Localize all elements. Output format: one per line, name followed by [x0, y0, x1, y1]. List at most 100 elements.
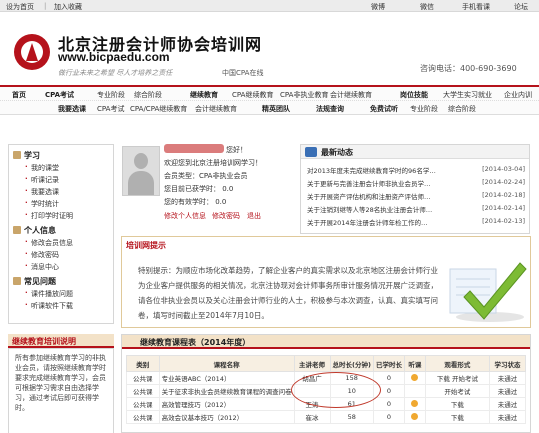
play-icon[interactable] [411, 399, 419, 407]
course-status: 未通过 [489, 371, 526, 385]
latest-news-panel: 最新动态 对2013年度未完成继续教育学时的96名学… [2014-03-04] … [300, 144, 530, 234]
course-name[interactable]: 高效管理技巧（2012） [158, 397, 295, 411]
news-item-text[interactable]: 关于开展资产评估机构和注册资产评估师… [307, 193, 431, 201]
course-duration: 58 [329, 410, 374, 424]
sidebar-link-hours-stats[interactable]: 学时统计 [25, 199, 59, 209]
nav-cpa-exam[interactable]: CPA考试 [45, 90, 74, 100]
nav-regulations[interactable]: 法规查询 [316, 104, 344, 114]
tips-title: 培训网提示 [126, 241, 166, 250]
nav-job-skills[interactable]: 岗位技能 [400, 90, 428, 100]
course-name[interactable]: 关于征求非执业会员继续教育课程的调查问卷 [158, 384, 295, 398]
nav-cpa-nonpracticing[interactable]: CPA非执业教育 [280, 90, 328, 100]
mobile-course-link[interactable]: 手机看课 [462, 2, 490, 12]
course-name[interactable]: 高效会议基本技巧（2012） [158, 410, 295, 424]
forum-link[interactable]: 论坛 [514, 2, 528, 12]
valid-hours: 您的有效学时： 0.0 [164, 198, 227, 206]
nav2-cpa-exam[interactable]: CPA考试 [97, 104, 124, 114]
checkmark-illustration-icon [449, 262, 527, 322]
sidebar-link-print-certificate[interactable]: 打印学时证明 [25, 211, 73, 221]
topbar-separator: | [44, 2, 47, 10]
tips-body: 特别提示：为顺应市场化改革趋势，了解企业客户的真实需求以及北京地区注册会计师行业… [138, 266, 438, 320]
course-category: 公共课 [126, 371, 160, 385]
nav-accounting-continuing[interactable]: 会计继续教育 [330, 90, 372, 100]
sidebar-link-my-classroom[interactable]: 我的课堂 [25, 163, 59, 173]
listen-cell[interactable] [403, 371, 426, 385]
course-status: 未通过 [489, 384, 526, 398]
nav-row-primary: 首页 CPA考试 专业阶段 综合阶段 继续教育 CPA继续教育 CPA非执业教育… [0, 88, 539, 101]
listen-cell[interactable] [403, 397, 426, 411]
nav-student-internship[interactable]: 大学生实习就业 [443, 90, 492, 100]
col-course-name: 课程名称 [158, 355, 295, 372]
news-item-date: [2014-03-04] [482, 165, 525, 173]
sidebar-link-change-password[interactable]: 修改密码 [25, 250, 59, 260]
news-item[interactable]: 关于注销刘继等人等28名执业注册会计师… [2014-02-14] [307, 204, 525, 214]
sidebar-link-messages[interactable]: 消息中心 [25, 262, 59, 272]
training-notice-title: 继续教育培训说明 [8, 334, 114, 348]
training-tips-panel: 培训网提示 特别提示：为顺应市场化改革趋势，了解企业客户的真实需求以及北京地区注… [121, 236, 531, 328]
personal-section-title: 个人信息 [13, 225, 56, 236]
nav-continuing-education[interactable]: 继续教育 [190, 90, 218, 100]
current-hours: 您目前已获学时： 0.0 [164, 185, 234, 193]
course-actions[interactable]: 下载 [424, 410, 491, 424]
course-status: 未通过 [489, 397, 526, 411]
table-row: 公共课 高效会议基本技巧（2012） 崔冰 58 0 下载 未通过 [126, 410, 526, 424]
nav2-accounting-continuing[interactable]: 会计继续教育 [195, 104, 237, 114]
top-utility-bar: 设为首页 | 加入收藏 微博 微信 手机看课 论坛 [0, 0, 539, 12]
nav-corporate-training[interactable]: 企业内训 [504, 90, 532, 100]
weibo-link[interactable]: 微博 [371, 2, 385, 12]
course-studied: 0 [372, 410, 405, 424]
logout-link[interactable]: 退出 [247, 211, 261, 221]
weixin-link[interactable]: 微信 [420, 2, 434, 12]
course-status: 未通过 [489, 410, 526, 424]
member-type: 会员类型：CPA非执业会员 [164, 172, 248, 180]
news-item-text[interactable]: 关于注销刘继等人等28名执业注册会计师… [307, 206, 432, 214]
sidebar-link-edit-info[interactable]: 修改会员信息 [25, 238, 73, 248]
nav2-comprehensive-stage[interactable]: 综合阶段 [448, 104, 476, 114]
course-name[interactable]: 专业英语ABC（2014） [158, 371, 295, 385]
avatar-body [128, 171, 154, 195]
course-schedule-title: 继续教育课程表（2014年度） [140, 338, 251, 347]
nav2-professional-stage[interactable]: 专业阶段 [410, 104, 438, 114]
news-item[interactable]: 关于开展2014年注册会计师年检工作的… [2014-02-13] [307, 217, 525, 227]
news-item[interactable]: 关于开展资产评估机构和注册资产评估师… [2014-02-18] [307, 191, 525, 201]
table-header-row: 类别 课程名称 主讲老师 总时长(分钟) 已学时长 听课 观看形式 学习状态 [126, 355, 526, 372]
set-homepage-link[interactable]: 设为首页 [6, 2, 34, 12]
change-password-link[interactable]: 修改密码 [212, 211, 240, 221]
news-item-text[interactable]: 对2013年度未完成继续教育学时的96名学… [307, 167, 436, 175]
listen-cell[interactable] [403, 410, 426, 424]
cpa-online-label: 中国CPA在线 [222, 69, 264, 77]
sidebar-link-study-records[interactable]: 听课记录 [25, 175, 59, 185]
nav-cpa-continuing[interactable]: CPA继续教育 [232, 90, 273, 100]
play-icon[interactable] [411, 373, 419, 381]
sidebar-link-software-download[interactable]: 听课软件下载 [25, 301, 73, 311]
course-actions[interactable]: 开始考试 [424, 384, 491, 398]
sidebar-link-player-issues[interactable]: 课件播放问题 [25, 289, 73, 299]
add-favorite-link[interactable]: 加入收藏 [54, 2, 82, 12]
col-view-mode: 观看形式 [424, 355, 491, 372]
course-schedule-panel: 继续教育课程表（2014年度） 类别 课程名称 主讲老师 总时长(分钟) 已学时… [121, 334, 531, 433]
nav-home[interactable]: 首页 [12, 90, 26, 100]
news-icon [305, 147, 317, 157]
course-teacher: 王涛 [293, 397, 331, 411]
nav-free-trial[interactable]: 免费试听 [370, 104, 398, 114]
news-item-text[interactable]: 关于开展2014年注册会计师年检工作的… [307, 219, 428, 227]
course-actions[interactable]: 下载 开始考试 [424, 371, 491, 385]
sidebar-link-choose-course[interactable]: 我要选课 [25, 187, 59, 197]
nav-elite-team[interactable]: 精英团队 [262, 104, 290, 114]
nav-professional-stage[interactable]: 专业阶段 [97, 90, 125, 100]
news-item[interactable]: 关于更新与完善注册会计师非执业会员学… [2014-02-24] [307, 178, 525, 188]
site-logo[interactable] [14, 34, 50, 70]
course-actions[interactable]: 下载 [424, 397, 491, 411]
news-item-text[interactable]: 关于更新与完善注册会计师非执业会员学… [307, 180, 431, 188]
course-category: 公共课 [126, 384, 160, 398]
course-category: 公共课 [126, 410, 160, 424]
edit-profile-link[interactable]: 修改个人信息 [164, 211, 206, 221]
nav-choose-course[interactable]: 我要选课 [58, 104, 86, 114]
nav-comprehensive-stage[interactable]: 综合阶段 [134, 90, 162, 100]
news-item-date: [2014-02-24] [482, 178, 525, 186]
redacted-username [164, 144, 224, 153]
nav2-cpa-continuing[interactable]: CPA/CPA继续教育 [130, 104, 187, 114]
training-notice-text: 所有参加继续教育学习的非执业会员，请按照继续教育学时要求完成继续教育学习，会员可… [8, 348, 114, 433]
news-item[interactable]: 对2013年度未完成继续教育学时的96名学… [2014-03-04] [307, 165, 525, 175]
play-icon[interactable] [411, 412, 419, 420]
